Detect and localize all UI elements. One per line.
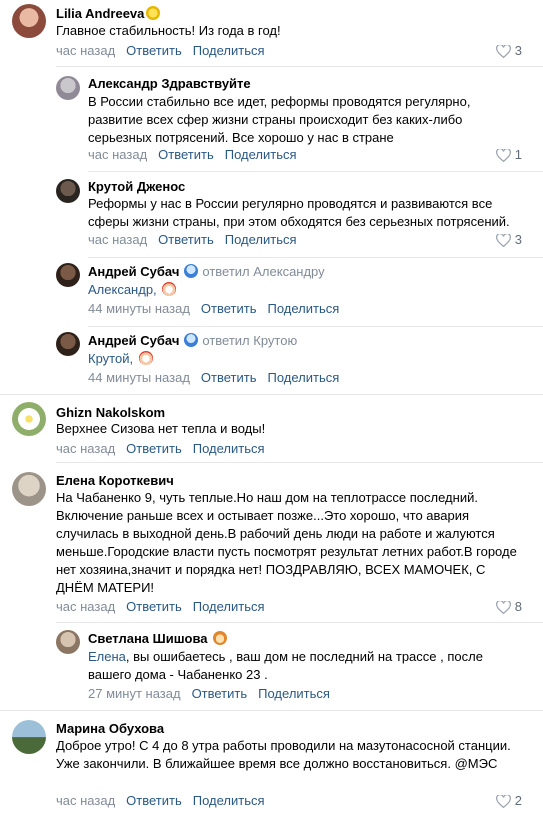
comment-meta: час назад Ответить Поделиться [88,232,308,247]
timestamp[interactable]: час назад [56,43,115,58]
reply-comment: Андрей Субач ответил Александру Александр… [0,257,543,327]
reply-comment: Крутой Дженос Реформы у нас в России рег… [0,171,543,257]
like-count: 2 [514,793,522,808]
timestamp[interactable]: час назад [56,793,115,808]
like-button[interactable]: 8 [495,599,522,615]
like-button[interactable]: 3 [495,43,522,59]
like-count: 3 [514,232,522,247]
author-name[interactable]: Ghizn Nakolskom [56,405,165,420]
avatar[interactable] [12,402,46,436]
share-button[interactable]: Поделиться [193,441,265,456]
reply-button[interactable]: Ответить [126,43,182,58]
like-count: 1 [514,147,522,162]
comment-text: Реформы у нас в России регулярно проводя… [88,196,510,229]
reply-button[interactable]: Ответить [126,793,182,808]
author-name[interactable]: Марина Обухова [56,721,164,736]
comment-text: В России стабильно все идет, реформы про… [88,94,471,145]
mention-link[interactable]: Елена [88,649,126,664]
avatar[interactable] [56,179,80,203]
mention-link[interactable]: Крутой, [88,351,133,366]
avatar[interactable] [56,263,80,287]
avatar[interactable] [12,472,46,506]
timestamp[interactable]: час назад [88,232,147,247]
reply-button[interactable]: Ответить [201,370,257,385]
share-button[interactable]: Поделиться [258,686,330,701]
share-button[interactable]: Поделиться [225,147,297,162]
mask-emoji-icon [184,333,199,347]
avatar[interactable] [56,630,80,654]
avatar[interactable] [56,332,80,356]
mention-link[interactable]: Александр, [88,282,157,297]
comment: Lilia Andreeva Главное стабильность! Из … [0,0,543,66]
heart-outline-icon [495,148,511,163]
reply-comment: Александр Здравствуйте В России стабильн… [0,66,543,170]
avatar[interactable] [12,720,46,754]
reply-button[interactable]: Ответить [126,599,182,614]
meditation-emoji-icon [146,6,161,20]
emoji-icon [212,631,227,645]
mask-emoji-icon [184,264,199,278]
heart-outline-icon [495,233,511,248]
share-button[interactable]: Поделиться [193,43,265,58]
reply-button[interactable]: Ответить [126,441,182,456]
comment-meta: 27 минут назад Ответить Поделиться [88,686,341,701]
comment-text: Верхнее Сизова нет тепла и воды! [56,421,266,436]
author-name[interactable]: Крутой Дженос [88,179,185,194]
timestamp[interactable]: час назад [56,599,115,614]
comment-meta: час назад Ответить Поделиться [88,147,308,162]
comment: Ghizn Nakolskom Верхнее Сизова нет тепла… [0,394,543,460]
share-button[interactable]: Поделиться [267,301,339,316]
avatar[interactable] [56,76,80,100]
timestamp[interactable]: 44 минуты назад [88,301,190,316]
share-button[interactable]: Поделиться [267,370,339,385]
reply-comment: Андрей Субач ответил Крутою Крутой, 44 ми… [0,326,543,396]
author-name[interactable]: Андрей Субач [88,333,179,348]
timestamp[interactable]: 27 минут назад [88,686,181,701]
comment-text: На Чабаненко 9, чуть теплые.Но наш дом н… [56,490,517,595]
timestamp[interactable]: час назад [88,147,147,162]
heart-outline-icon [495,44,511,59]
comment-text: Главное стабильность! Из года в год! [56,23,281,38]
reply-button[interactable]: Ответить [201,301,257,316]
comment-meta: час назад Ответить Поделиться [56,599,276,614]
like-count: 3 [514,43,522,58]
reply-button[interactable]: Ответить [158,232,214,247]
clown-emoji-icon [162,282,177,296]
heart-outline-icon [495,600,511,615]
comment-text: , вы ошибаетесь , ваш дом не последний н… [88,649,483,682]
comment: Марина Обухова Доброе утро! С 4 до 8 утр… [0,710,543,820]
author-name[interactable]: Андрей Субач [88,264,179,279]
timestamp[interactable]: час назад [56,441,115,456]
reply-comment: Светлана Шишова Елена, вы ошибаетесь , в… [0,622,543,708]
comment: Елена Короткевич На Чабаненко 9, чуть те… [0,462,543,622]
reply-button[interactable]: Ответить [158,147,214,162]
author-name[interactable]: Lilia Andreeva [56,6,144,21]
author-name[interactable]: Александр Здравствуйте [88,76,251,91]
like-button[interactable]: 3 [495,232,522,248]
like-button[interactable]: 2 [495,793,522,809]
author-name[interactable]: Светлана Шишова [88,631,208,646]
author-name[interactable]: Елена Короткевич [56,473,174,488]
comment-meta: 44 минуты назад Ответить Поделиться [88,370,350,385]
share-button[interactable]: Поделиться [193,793,265,808]
reply-button[interactable]: Ответить [192,686,248,701]
replied-to[interactable]: ответил Александру [202,264,324,279]
comment-text: Доброе утро! С 4 до 8 утра работы провод… [56,738,511,771]
comment-meta: час назад Ответить Поделиться [56,43,276,58]
share-button[interactable]: Поделиться [225,232,297,247]
clown-emoji-icon [138,351,153,365]
share-button[interactable]: Поделиться [193,599,265,614]
replied-to[interactable]: ответил Крутою [202,333,297,348]
like-count: 8 [514,599,522,614]
avatar[interactable] [12,4,46,38]
comment-meta: час назад Ответить Поделиться [56,793,276,808]
comment-meta: 44 минуты назад Ответить Поделиться [88,301,350,316]
timestamp[interactable]: 44 минуты назад [88,370,190,385]
heart-outline-icon [495,794,511,809]
like-button[interactable]: 1 [495,147,522,163]
comment-meta: час назад Ответить Поделиться [56,441,276,456]
